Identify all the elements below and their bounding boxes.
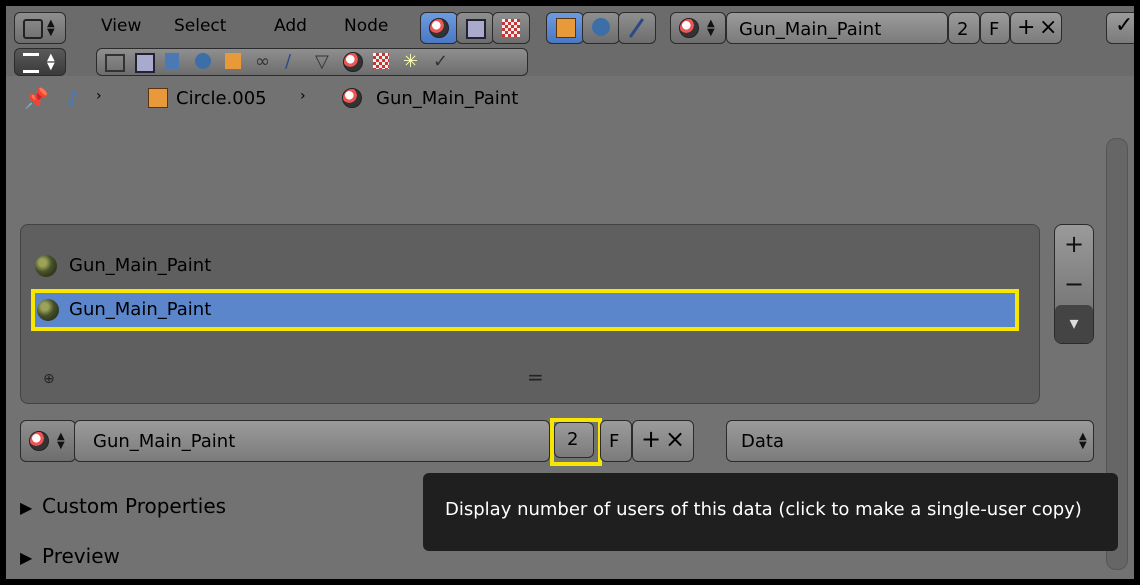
add-slot-plus-icon[interactable]: + bbox=[1055, 225, 1093, 263]
editor-type-icon bbox=[23, 19, 43, 39]
menu-add[interactable]: Add bbox=[274, 16, 307, 36]
specials-menu-dropdown-icon[interactable]: ▾ bbox=[1055, 305, 1093, 343]
material-sphere-icon bbox=[679, 18, 699, 38]
pin-icon[interactable]: 📌 bbox=[24, 86, 49, 110]
data-icon[interactable]: ▽ bbox=[315, 51, 329, 72]
panel-custom-properties[interactable]: ▶ Custom Properties bbox=[20, 490, 420, 526]
browse-material-button[interactable]: ▲ ▼ bbox=[20, 420, 76, 462]
close-icon[interactable]: × bbox=[1039, 15, 1057, 40]
shader-nodes-button[interactable] bbox=[420, 12, 458, 44]
particles-icon[interactable]: ✳ bbox=[403, 51, 418, 72]
plus-icon[interactable]: + bbox=[1017, 15, 1035, 40]
check-button[interactable]: ✓ bbox=[1106, 12, 1134, 44]
material-name-field[interactable]: Gun_Main_Paint bbox=[74, 420, 550, 462]
render-layers-icon[interactable] bbox=[135, 53, 155, 73]
fake-user-button[interactable]: F bbox=[980, 12, 1010, 44]
users-count-button[interactable]: 2 bbox=[948, 12, 980, 44]
material-sphere-icon bbox=[342, 88, 362, 108]
modifiers-icon[interactable]: / bbox=[285, 51, 291, 72]
fake-user-button[interactable]: F bbox=[600, 420, 632, 462]
editor-type-button[interactable]: ▲ ▼ bbox=[14, 12, 66, 44]
list-item-selected[interactable]: Gun_Main_Paint bbox=[31, 289, 1019, 331]
texture-tab-icon[interactable] bbox=[373, 53, 389, 69]
object-icon[interactable] bbox=[225, 53, 241, 69]
editor-type-button-properties[interactable]: ▲ ▼ bbox=[14, 48, 66, 76]
menu-node[interactable]: Node bbox=[344, 16, 388, 36]
material-sphere-icon bbox=[29, 431, 49, 451]
material-sphere-icon bbox=[429, 18, 449, 38]
menu-select[interactable]: Select bbox=[174, 16, 226, 36]
properties-icon bbox=[23, 53, 39, 73]
tooltip: Display number of users of this data (cl… bbox=[423, 473, 1118, 551]
material-preview-icon bbox=[37, 299, 59, 321]
filter-options-icon[interactable]: ⊕ bbox=[43, 371, 55, 387]
material-preview-icon bbox=[35, 255, 57, 277]
slot-actions: + − ▾ bbox=[1054, 224, 1094, 344]
header-row-top: ▲ ▼ View Select Add Node ▲ ▼ Gun_Main_Pa… bbox=[6, 6, 1134, 46]
object-icon bbox=[148, 88, 168, 108]
object-mode-button[interactable] bbox=[546, 12, 584, 44]
world-icon bbox=[592, 18, 610, 36]
close-icon[interactable]: × bbox=[665, 425, 685, 453]
breadcrumb-object: Circle.005 bbox=[176, 88, 267, 109]
scene-icon[interactable] bbox=[165, 53, 179, 69]
chevron-right-icon: › bbox=[300, 88, 306, 104]
link-mode-dropdown[interactable]: Data ▲ ▼ bbox=[726, 420, 1094, 462]
list-item[interactable]: Gun_Main_Paint bbox=[33, 251, 1027, 281]
constraints-icon[interactable]: ∞ bbox=[255, 51, 270, 72]
users-count-button[interactable]: 2 bbox=[554, 422, 594, 458]
render-icon[interactable] bbox=[105, 54, 125, 72]
brush-icon bbox=[628, 18, 645, 38]
panel-preview[interactable]: ▶ Preview bbox=[20, 540, 420, 576]
compositing-button[interactable] bbox=[492, 12, 530, 44]
texture-nodes-button[interactable] bbox=[456, 12, 494, 44]
blender-properties-window: ▲ ▼ View Select Add Node ▲ ▼ Gun_Main_Pa… bbox=[6, 6, 1134, 579]
new-and-unlink-buttons[interactable]: + × bbox=[1010, 12, 1062, 44]
checker-icon bbox=[502, 19, 520, 37]
material-slots-list: Gun_Main_Paint Gun_Main_Paint ⊕ = bbox=[20, 224, 1040, 404]
header-row-context: ▲ ▼ ∞ / ▽ ✳ ✓ bbox=[6, 46, 1134, 76]
expand-triangle-icon: ▶ bbox=[20, 548, 33, 567]
physics-icon[interactable]: ✓ bbox=[433, 51, 448, 72]
new-and-unlink-buttons[interactable]: + × bbox=[632, 420, 694, 462]
scene-icon: ♪ bbox=[66, 86, 79, 110]
world-mode-button[interactable] bbox=[582, 12, 620, 44]
remove-slot-minus-icon[interactable]: − bbox=[1055, 265, 1093, 303]
texture-icon bbox=[466, 19, 486, 39]
expand-triangle-icon: ▶ bbox=[20, 498, 33, 517]
cube-icon bbox=[556, 18, 576, 38]
plus-icon[interactable]: + bbox=[641, 425, 661, 453]
header: ▲ ▼ View Select Add Node ▲ ▼ Gun_Main_Pa… bbox=[6, 6, 1134, 76]
resize-handle[interactable]: = bbox=[527, 365, 544, 389]
material-name-field[interactable]: Gun_Main_Paint bbox=[726, 12, 948, 44]
menu-view[interactable]: View bbox=[101, 16, 141, 36]
world-icon[interactable] bbox=[195, 53, 211, 69]
dropdown-arrows-icon: ▲ ▼ bbox=[1079, 431, 1087, 451]
context-tab-strip: ∞ / ▽ ✳ ✓ bbox=[96, 48, 528, 76]
breadcrumb-material: Gun_Main_Paint bbox=[376, 88, 519, 109]
chevron-right-icon: › bbox=[96, 88, 102, 104]
material-datablock-row: ▲ ▼ Gun_Main_Paint 2 F + × Data ▲ ▼ bbox=[20, 418, 1108, 466]
material-tab-icon[interactable] bbox=[343, 52, 363, 72]
checkmark-icon: ✓ bbox=[1115, 13, 1134, 38]
linestyle-mode-button[interactable] bbox=[618, 12, 656, 44]
browse-material-button[interactable]: ▲ ▼ bbox=[670, 12, 726, 44]
